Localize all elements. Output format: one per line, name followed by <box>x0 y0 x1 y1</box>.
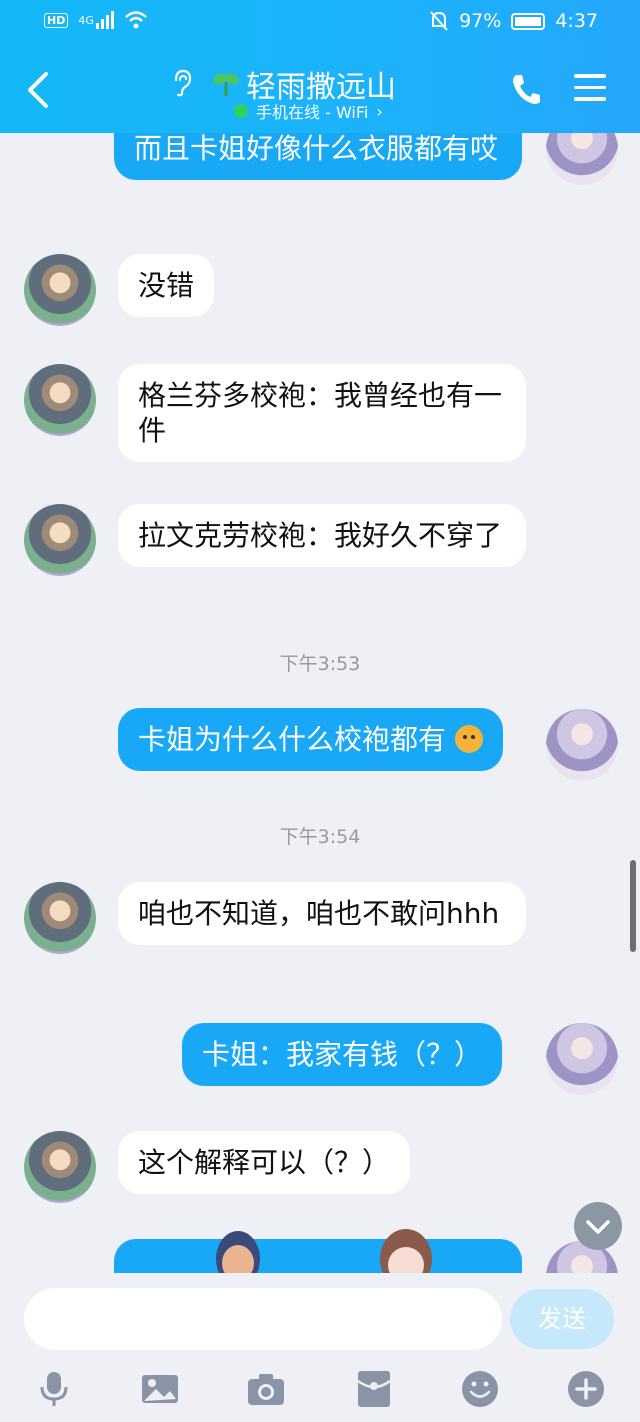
sprout-icon <box>213 73 239 96</box>
back-arrow-icon[interactable] <box>24 70 52 110</box>
timestamp: 下午3:53 <box>279 653 361 675</box>
plus-icon[interactable] <box>566 1369 606 1409</box>
red-packet-icon[interactable] <box>354 1369 394 1409</box>
clock: 4:37 <box>555 10 598 32</box>
toolbar <box>0 1365 640 1415</box>
hd-badge: HD <box>44 12 69 28</box>
network-type: 4G <box>78 13 94 27</box>
emoji-icon[interactable] <box>460 1369 500 1409</box>
online-status-text: 手机在线 - WiFi <box>256 103 369 122</box>
menu-icon[interactable] <box>574 74 606 102</box>
mute-bell-icon <box>430 11 448 31</box>
my-avatar[interactable] <box>546 709 618 781</box>
my-avatar[interactable] <box>546 133 618 185</box>
dog-face-emoji-icon <box>454 725 483 753</box>
scroll-down-button[interactable] <box>574 1202 622 1250</box>
signal-icon <box>95 11 114 29</box>
chevron-down-icon <box>586 1220 610 1234</box>
sticker-figures <box>216 1229 432 1273</box>
microphone-icon[interactable] <box>34 1369 74 1409</box>
camera-icon[interactable] <box>246 1369 286 1409</box>
send-button[interactable]: 发送 <box>510 1289 614 1349</box>
message-bubble[interactable]: 咱也不知道，咱也不敢问hhh <box>118 882 526 945</box>
input-bar: 发送 <box>0 1273 640 1422</box>
image-icon[interactable] <box>140 1369 180 1409</box>
wifi-icon <box>125 11 147 29</box>
my-avatar[interactable] <box>546 1023 618 1095</box>
message-bubble[interactable]: 这个解释可以（？） <box>118 1131 411 1194</box>
chevron-right-icon: › <box>376 101 383 121</box>
contact-avatar[interactable] <box>24 364 96 436</box>
contact-avatar[interactable] <box>24 882 96 954</box>
message-bubble[interactable]: 卡姐：我家有钱（？） <box>182 1023 503 1086</box>
message-bubble[interactable]: 没错 <box>118 254 215 317</box>
message-bubble[interactable]: 而且卡姐好像什么衣服都有哎 <box>114 133 522 180</box>
chat-header: HD 4G 97% 4:37 轻雨撒远山 手机在线 - WiFi › <box>0 0 640 133</box>
scrollbar-thumb[interactable] <box>630 860 636 952</box>
message-list[interactable]: 而且卡姐好像什么衣服都有哎 没错 格兰芬多校袍：我曾经也有一件 拉文克劳校袍：我… <box>0 133 640 1273</box>
message-bubble[interactable]: 格兰芬多校袍：我曾经也有一件 <box>118 364 526 462</box>
message-bubble[interactable]: 拉文克劳校袍：我好久不穿了 <box>118 504 526 567</box>
contact-avatar[interactable] <box>24 254 96 326</box>
battery-icon <box>511 12 546 30</box>
online-dot-icon <box>234 104 248 118</box>
message-bubble[interactable]: 卡姐为什么什么校袍都有 <box>118 708 503 771</box>
phone-icon[interactable] <box>510 72 542 106</box>
message-input[interactable] <box>24 1288 502 1350</box>
status-bar: HD 4G 97% 4:37 <box>0 0 640 44</box>
contact-avatar[interactable] <box>24 504 96 576</box>
ear-icon[interactable] <box>170 68 194 98</box>
online-status[interactable]: 手机在线 - WiFi › <box>234 99 383 123</box>
contact-avatar[interactable] <box>24 1131 96 1203</box>
timestamp: 下午3:54 <box>279 826 361 848</box>
battery-percent: 97% <box>459 10 502 32</box>
